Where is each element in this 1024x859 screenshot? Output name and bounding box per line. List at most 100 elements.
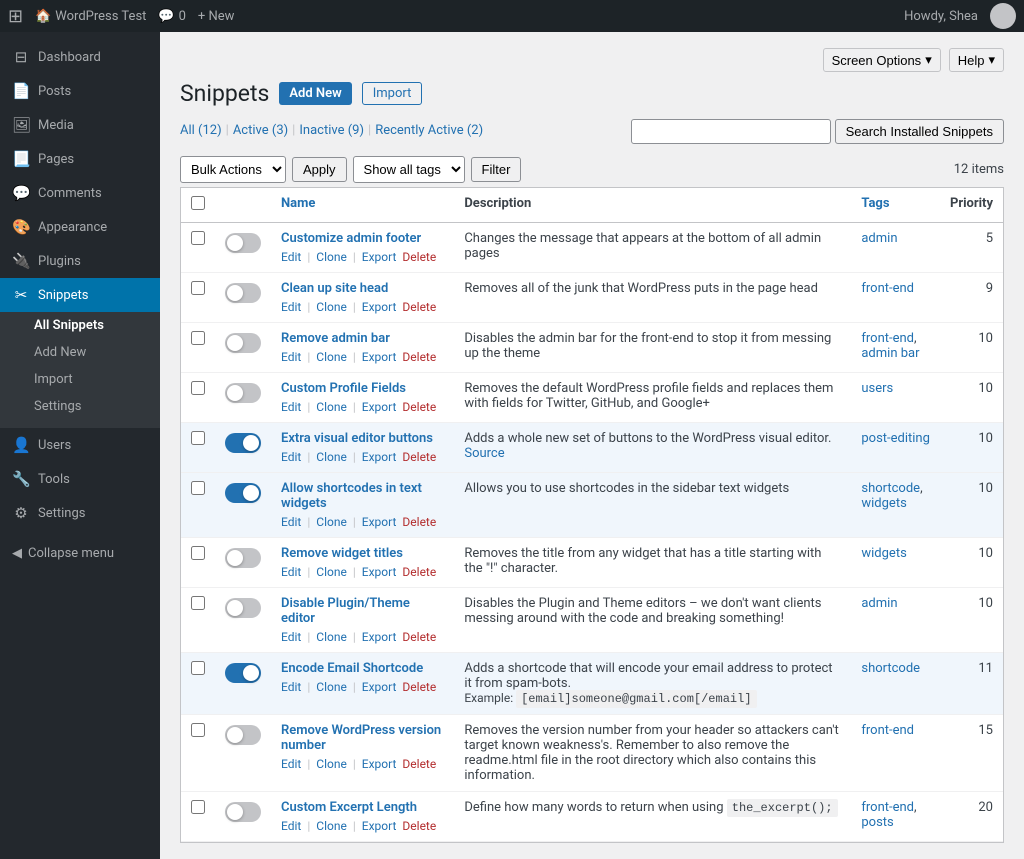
action-export-7[interactable]: Export (362, 565, 397, 579)
action-export-8[interactable]: Export (362, 630, 397, 644)
action-clone-10[interactable]: Clone (316, 757, 347, 771)
action-clone-5[interactable]: Clone (316, 450, 347, 464)
snippet-name-link-10[interactable]: Remove WordPress version number (281, 723, 441, 753)
name-col-header[interactable]: Name (271, 188, 454, 223)
action-export-11[interactable]: Export (362, 819, 397, 833)
tag-link-6-shortcode[interactable]: shortcode (861, 481, 920, 496)
new-item-link[interactable]: + New (198, 9, 235, 24)
delete-link-7[interactable]: Delete (402, 565, 436, 579)
delete-link-2[interactable]: Delete (402, 300, 436, 314)
action-edit-9[interactable]: Edit (281, 680, 301, 694)
comments-count[interactable]: 💬 0 (158, 9, 186, 24)
row-checkbox-2[interactable] (191, 281, 205, 295)
tag-link-10-front-end[interactable]: front-end (861, 723, 914, 738)
row-checkbox-4[interactable] (191, 381, 205, 395)
delete-link-11[interactable]: Delete (402, 819, 436, 833)
action-export-3[interactable]: Export (362, 350, 397, 364)
tag-link-11-posts[interactable]: posts (861, 815, 893, 830)
toggle-switch-1[interactable] (225, 233, 261, 253)
snippet-name-link-5[interactable]: Extra visual editor buttons (281, 431, 433, 446)
toggle-switch-9[interactable] (225, 663, 261, 683)
row-checkbox-6[interactable] (191, 481, 205, 495)
help-btn[interactable]: Help ▾ (949, 48, 1004, 72)
action-edit-11[interactable]: Edit (281, 819, 301, 833)
site-name[interactable]: 🏠 WordPress Test (35, 9, 146, 24)
action-clone-3[interactable]: Clone (316, 350, 347, 364)
tag-link-11-front-end[interactable]: front-end (861, 800, 914, 815)
snippet-source-5[interactable]: Source (464, 446, 504, 461)
wp-logo-icon[interactable]: ⊞ (8, 6, 23, 27)
snippet-name-link-3[interactable]: Remove admin bar (281, 331, 390, 346)
sidebar-sub-all-snippets[interactable]: All Snippets (0, 312, 160, 339)
sidebar-item-pages[interactable]: 📃 Pages (0, 142, 160, 176)
sidebar-item-tools[interactable]: 🔧 Tools (0, 462, 160, 496)
tags-select[interactable]: Show all tags (353, 156, 465, 183)
sidebar-item-snippets[interactable]: ✂ Snippets (0, 278, 160, 312)
action-export-5[interactable]: Export (362, 450, 397, 464)
screen-options-btn[interactable]: Screen Options ▾ (823, 48, 941, 72)
tag-link-8-admin[interactable]: admin (861, 596, 897, 611)
sidebar-item-settings[interactable]: ⚙ Settings (0, 496, 160, 530)
filter-active[interactable]: Active (3) (233, 123, 288, 138)
filter-btn[interactable]: Filter (471, 157, 522, 182)
snippet-name-link-6[interactable]: Allow shortcodes in text widgets (281, 481, 422, 511)
sidebar-item-appearance[interactable]: 🎨 Appearance (0, 210, 160, 244)
delete-link-1[interactable]: Delete (402, 250, 436, 264)
filter-recently-active[interactable]: Recently Active (2) (375, 123, 483, 138)
delete-link-4[interactable]: Delete (402, 400, 436, 414)
row-checkbox-9[interactable] (191, 661, 205, 675)
action-clone-2[interactable]: Clone (316, 300, 347, 314)
snippet-name-link-11[interactable]: Custom Excerpt Length (281, 800, 417, 815)
action-edit-5[interactable]: Edit (281, 450, 301, 464)
tag-link-5-post-editing[interactable]: post-editing (861, 431, 930, 446)
row-checkbox-5[interactable] (191, 431, 205, 445)
snippet-name-link-8[interactable]: Disable Plugin/Theme editor (281, 596, 410, 626)
row-checkbox-1[interactable] (191, 231, 205, 245)
tag-link-6-widgets[interactable]: widgets (861, 496, 906, 511)
action-edit-2[interactable]: Edit (281, 300, 301, 314)
toggle-switch-7[interactable] (225, 548, 261, 568)
search-input[interactable] (631, 119, 831, 144)
action-clone-4[interactable]: Clone (316, 400, 347, 414)
action-clone-11[interactable]: Clone (316, 819, 347, 833)
sidebar-sub-import[interactable]: Import (0, 366, 160, 393)
action-clone-9[interactable]: Clone (316, 680, 347, 694)
delete-link-5[interactable]: Delete (402, 450, 436, 464)
toggle-switch-2[interactable] (225, 283, 261, 303)
action-edit-3[interactable]: Edit (281, 350, 301, 364)
filter-all[interactable]: All (12) (180, 123, 222, 138)
toggle-switch-6[interactable] (225, 483, 261, 503)
action-export-9[interactable]: Export (362, 680, 397, 694)
action-export-4[interactable]: Export (362, 400, 397, 414)
tag-link-1-admin[interactable]: admin (861, 231, 897, 246)
tags-col-header[interactable]: Tags (851, 188, 940, 223)
snippet-name-link-1[interactable]: Customize admin footer (281, 231, 421, 246)
toggle-switch-4[interactable] (225, 383, 261, 403)
action-clone-8[interactable]: Clone (316, 630, 347, 644)
action-clone-1[interactable]: Clone (316, 250, 347, 264)
delete-link-8[interactable]: Delete (402, 630, 436, 644)
delete-link-6[interactable]: Delete (402, 515, 436, 529)
select-all-checkbox[interactable] (191, 196, 205, 210)
action-edit-1[interactable]: Edit (281, 250, 301, 264)
snippet-name-link-9[interactable]: Encode Email Shortcode (281, 661, 423, 676)
action-export-2[interactable]: Export (362, 300, 397, 314)
row-checkbox-11[interactable] (191, 800, 205, 814)
filter-inactive[interactable]: Inactive (9) (299, 123, 364, 138)
action-edit-8[interactable]: Edit (281, 630, 301, 644)
action-export-10[interactable]: Export (362, 757, 397, 771)
action-clone-7[interactable]: Clone (316, 565, 347, 579)
tag-link-2-front-end[interactable]: front-end (861, 281, 914, 296)
collapse-menu-btn[interactable]: ◀ Collapse menu (0, 538, 160, 569)
snippet-name-link-4[interactable]: Custom Profile Fields (281, 381, 406, 396)
delete-link-10[interactable]: Delete (402, 757, 436, 771)
sidebar-item-media[interactable]: 🖼 Media (0, 108, 160, 142)
sidebar-item-comments[interactable]: 💬 Comments (0, 176, 160, 210)
snippet-name-link-7[interactable]: Remove widget titles (281, 546, 403, 561)
snippet-name-link-2[interactable]: Clean up site head (281, 281, 388, 296)
action-edit-10[interactable]: Edit (281, 757, 301, 771)
sidebar-item-dashboard[interactable]: ⊟ Dashboard (0, 40, 160, 74)
sidebar-sub-add-new[interactable]: Add New (0, 339, 160, 366)
import-btn[interactable]: Import (362, 82, 423, 105)
row-checkbox-10[interactable] (191, 723, 205, 737)
